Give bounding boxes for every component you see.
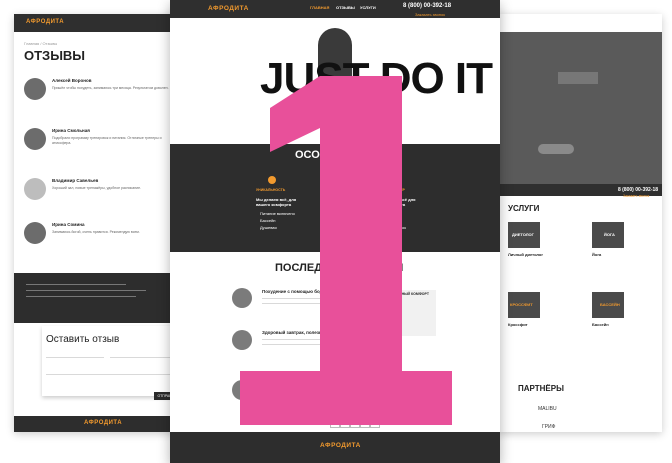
tile-title: Бассейн — [592, 322, 609, 327]
site-logo[interactable]: АФРОДИТА — [26, 19, 64, 25]
nav-services[interactable]: УСЛУГИ — [360, 5, 376, 10]
review-text: Пришёл чтобы похудеть, занимаюсь три мес… — [52, 86, 169, 90]
logo-banner — [558, 72, 598, 84]
services-page: 8 (800) 00-392-18 Заказать звонок УСЛУГИ… — [498, 14, 662, 432]
reviews-page: АФРОДИТА Главная / Отзывы ОТЗЫВЫ Алексей… — [14, 14, 192, 432]
info-band — [14, 273, 178, 323]
nav-home[interactable]: ГЛАВНАЯ — [310, 5, 329, 10]
review-text: Подобрали программу тренировок и питания… — [52, 136, 162, 145]
number-flag — [270, 76, 320, 152]
hero-photo — [498, 32, 662, 184]
number-stem — [320, 76, 402, 416]
tile-title: Кроссфит — [508, 322, 528, 327]
review-author: Алексей Воронов — [52, 78, 92, 83]
partner-logo[interactable]: MALIBU — [538, 406, 557, 412]
review-author: Ирина Сомина — [52, 222, 85, 227]
nav-reviews[interactable]: ОТЗЫВЫ — [336, 5, 355, 10]
review-author: Владимир Савельев — [52, 178, 99, 183]
callback-link[interactable]: Заказать звонок — [415, 12, 445, 17]
partner-logo[interactable]: ГРИФ — [542, 424, 555, 430]
avatar — [24, 178, 46, 200]
cta-button[interactable] — [538, 144, 574, 154]
avatar — [24, 128, 46, 150]
callback-link[interactable]: Заказать звонок — [623, 194, 649, 198]
tile-title: Йога — [592, 252, 602, 257]
email-field[interactable] — [110, 357, 170, 358]
breadcrumb[interactable]: Главная / Отзывы — [24, 41, 57, 46]
tile-label: ДИЕТОЛОГ — [512, 232, 534, 237]
footer-logo[interactable]: АФРОДИТА — [84, 420, 122, 426]
avatar — [24, 78, 46, 100]
tile-label: БАССЕЙН — [600, 302, 620, 307]
name-field[interactable] — [46, 357, 104, 358]
avatar — [24, 222, 46, 244]
phone-number[interactable]: 8 (800) 00-392-18 — [618, 187, 658, 193]
tile-title: Личный диетолог — [508, 252, 544, 257]
form-title: Оставить отзыв — [46, 334, 120, 345]
site-logo[interactable]: АФРОДИТА — [208, 5, 249, 12]
phone-number[interactable]: 8 (800) 00-392-18 — [403, 3, 451, 9]
tile-label: КРОССФИТ — [510, 302, 533, 307]
review-text: Хороший зал, новые тренажёры, удобное ра… — [52, 186, 142, 190]
review-text: Занимаюсь йогой, очень нравится. Рекомен… — [52, 230, 140, 234]
page-title: ОТЗЫВЫ — [24, 48, 86, 63]
message-field[interactable] — [46, 374, 172, 375]
review-author: Ирина Смольная — [52, 128, 90, 133]
section-title: УСЛУГИ — [508, 204, 540, 213]
big-number-1 — [240, 76, 452, 425]
info-line — [26, 290, 146, 291]
number-base — [240, 371, 452, 425]
info-line — [26, 284, 126, 285]
tile-label: ЙОГА — [604, 232, 615, 237]
partners-title: ПАРТНЁРЫ — [518, 384, 564, 393]
info-line — [26, 296, 136, 297]
